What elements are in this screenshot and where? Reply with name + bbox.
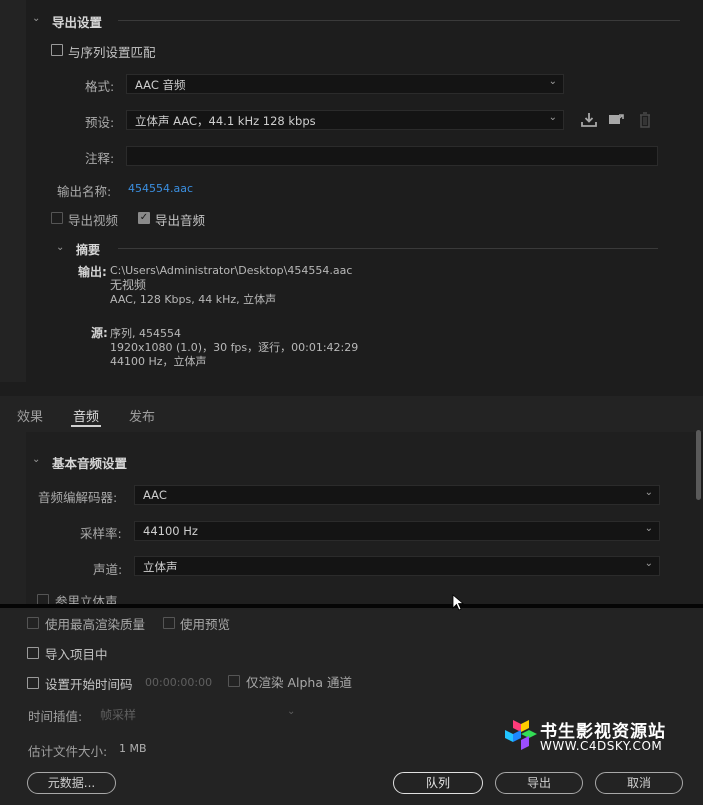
codec-value: AAC	[143, 488, 167, 502]
export-button[interactable]: 导出	[495, 772, 583, 794]
preset-label: 预设:	[85, 115, 115, 130]
export-video-label: 导出视频	[68, 213, 119, 228]
set-start-tc-label: 设置开始时间码	[45, 677, 133, 692]
save-preset-icon[interactable]	[580, 111, 598, 129]
export-settings-title: 导出设置	[52, 15, 103, 30]
export-audio-checkbox[interactable]: ✓	[138, 212, 150, 224]
chevron-down-icon: ⌄	[644, 487, 653, 498]
start-tc-input[interactable]: 00:00:00:00	[145, 676, 212, 689]
chevron-down-icon: ⌄	[644, 523, 653, 534]
cancel-button[interactable]: 取消	[595, 772, 683, 794]
format-value: AAC 音频	[135, 78, 186, 92]
file-size-label: 估计文件大小:	[28, 744, 108, 759]
sample-rate-label: 采样率:	[80, 526, 122, 541]
set-start-tc-checkbox[interactable]	[27, 677, 39, 689]
channels-label: 声道:	[93, 562, 123, 577]
basic-audio-title: 基本音频设置	[52, 456, 128, 471]
time-interp-label: 时间插值:	[28, 709, 83, 724]
summary-divider	[118, 248, 658, 249]
chevron-down-icon: ⌄	[644, 558, 653, 569]
match-sequence-label: 与序列设置匹配	[68, 45, 156, 60]
tab-publish[interactable]: 发布	[129, 406, 155, 425]
channels-value: 立体声	[143, 560, 178, 574]
chevron-down-icon[interactable]: ⌄	[32, 13, 40, 24]
output-name-label: 输出名称:	[57, 184, 112, 199]
metadata-button[interactable]: 元数据...	[27, 772, 116, 794]
tab-bar	[0, 396, 703, 432]
summary-source-audio: 44100 Hz，立体声	[110, 355, 207, 368]
output-name-link[interactable]: 454554.aac	[128, 182, 193, 195]
file-size-value: 1 MB	[119, 742, 147, 755]
left-gutter	[0, 0, 26, 382]
comment-label: 注释:	[85, 151, 115, 166]
mouse-cursor-icon	[452, 594, 464, 611]
alpha-only-label: 仅渲染 Alpha 通道	[246, 675, 352, 690]
max-render-label: 使用最高渲染质量	[45, 617, 146, 632]
preset-value: 立体声 AAC，44.1 kHz 128 kbps	[135, 114, 316, 128]
summary-output-label: 输出:	[78, 265, 107, 279]
summary-title: 摘要	[76, 243, 101, 257]
import-preset-icon[interactable]	[607, 111, 625, 129]
channels-dropdown[interactable]: 立体声 ⌄	[134, 556, 660, 576]
tab-effects[interactable]: 效果	[17, 406, 43, 425]
watermark-logo-icon	[505, 720, 537, 750]
format-dropdown[interactable]: AAC 音频 ⌄	[126, 74, 564, 94]
queue-button[interactable]: 队列	[393, 772, 483, 794]
codec-label: 音频编解码器:	[38, 490, 118, 505]
alpha-only-checkbox[interactable]	[228, 675, 240, 687]
section-divider	[118, 20, 680, 21]
comment-input[interactable]	[126, 146, 658, 166]
chevron-down-icon: ⌄	[548, 76, 557, 87]
left-gutter	[0, 432, 26, 604]
summary-source-label: 源:	[91, 326, 108, 340]
import-project-checkbox[interactable]	[27, 647, 39, 659]
match-sequence-checkbox[interactable]	[51, 44, 63, 56]
preset-dropdown[interactable]: 立体声 AAC，44.1 kHz 128 kbps ⌄	[126, 110, 564, 130]
max-render-checkbox[interactable]	[27, 617, 39, 629]
chevron-down-icon: ⌄	[548, 112, 557, 123]
format-label: 格式:	[85, 79, 115, 94]
use-preview-label: 使用预览	[180, 617, 231, 632]
summary-output-audio: AAC, 128 Kbps, 44 kHz, 立体声	[110, 293, 277, 306]
trash-icon[interactable]	[637, 111, 653, 129]
chevron-down-icon[interactable]: ⌄	[56, 242, 64, 253]
time-interp-value[interactable]: 帧采样	[100, 706, 136, 723]
chevron-down-icon[interactable]: ⌄	[32, 454, 40, 465]
sample-rate-value: 44100 Hz	[143, 524, 198, 538]
sample-rate-dropdown[interactable]: 44100 Hz ⌄	[134, 521, 660, 541]
watermark-url: WWW.C4DSKY.COM	[540, 739, 663, 753]
active-tab-indicator	[71, 425, 101, 427]
use-preview-checkbox[interactable]	[163, 617, 175, 629]
chevron-down-icon: ⌄	[287, 706, 296, 717]
scrollbar-thumb[interactable]	[696, 430, 701, 500]
export-audio-label: 导出音频	[155, 213, 206, 228]
import-project-label: 导入项目中	[45, 647, 108, 662]
export-video-checkbox[interactable]	[51, 212, 63, 224]
codec-dropdown[interactable]: AAC ⌄	[134, 485, 660, 505]
tab-audio[interactable]: 音频	[73, 406, 99, 425]
summary-output-path: C:\Users\Administrator\Desktop\454554.aa…	[110, 264, 353, 277]
